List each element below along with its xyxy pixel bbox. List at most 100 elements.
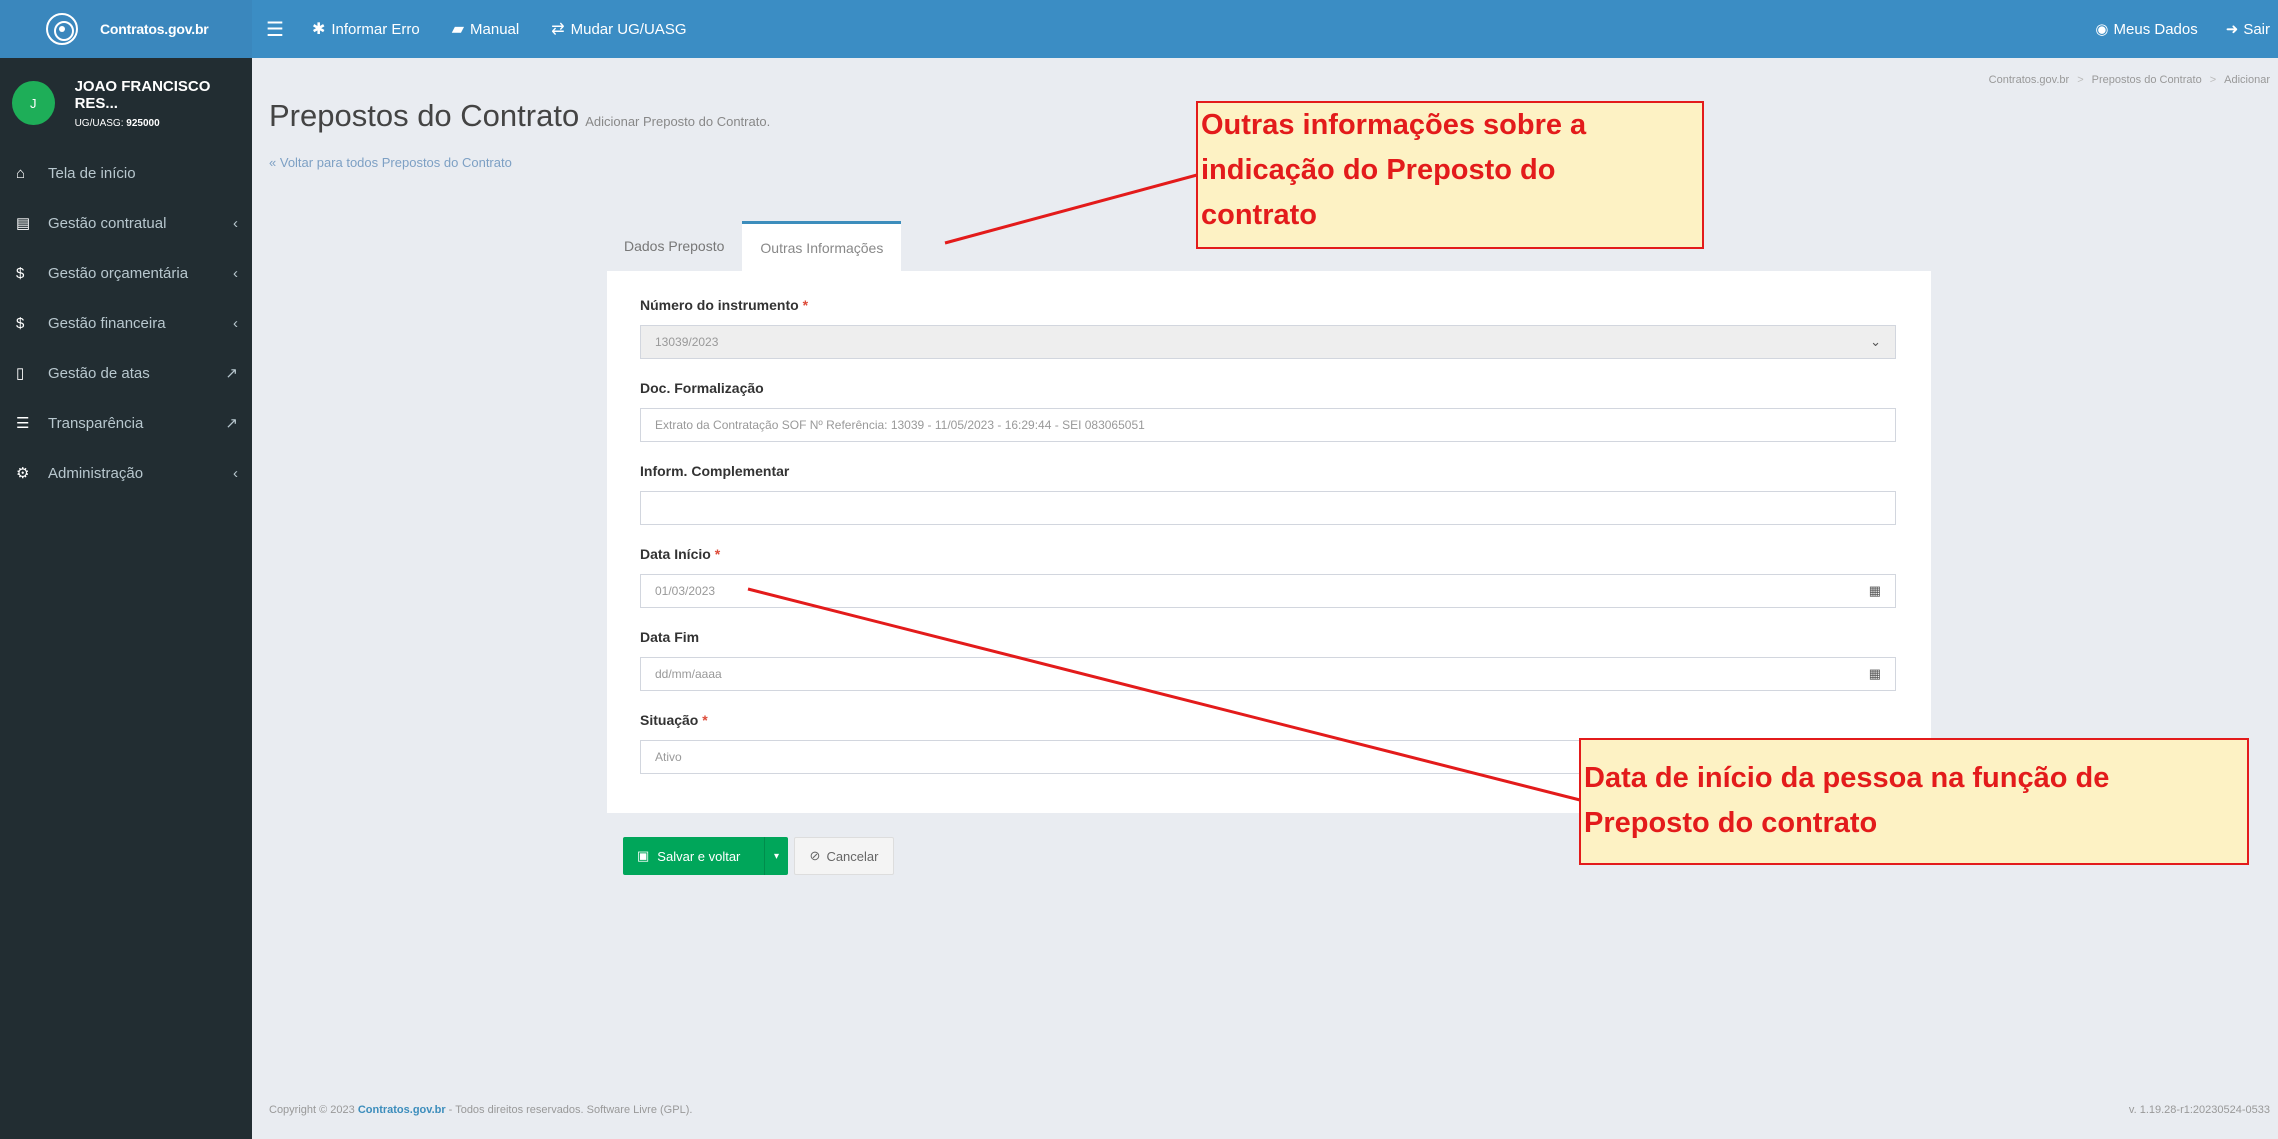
save-button-label: Salvar e voltar [657,848,741,864]
footer-copyright: Copyright © 2023 Contratos.gov.br - Todo… [269,1104,692,1116]
copyright-suffix: - Todos direitos reservados. Software Li… [445,1104,693,1116]
tab-outras-informacoes[interactable]: Outras Informações [742,221,902,271]
sidebar-item-label: Tela de início [48,164,136,182]
required-mark: * [714,546,721,562]
chevron-left-icon: ‹ [233,264,238,282]
callout-line: contrato [1201,199,1317,231]
footer-version: v. 1.19.28-r1:20230524-0533 [2128,1104,2270,1116]
calendar-icon[interactable]: ▦ [1869,666,1881,682]
mudar-ug-label: Mudar UG/UASG [570,20,687,38]
situacao-value: Ativo [655,750,682,764]
dollar-icon: $ [16,264,25,282]
meus-dados-link[interactable]: ◉ Meus Dados [2095,20,2198,39]
data-inicio-label: Data Início * [640,546,720,562]
data-fim-label: Data Fim [640,629,700,645]
doc-formalizacao-value: Extrato da Contratação SOF Nº Referência… [655,418,1145,432]
save-button-main[interactable]: ▣ Salvar e voltar [623,848,764,864]
bug-icon: ✱ [311,21,326,38]
page-title: Prepostos do Contrato Adicionar Preposto … [269,98,770,134]
footer-brand-link[interactable]: Contratos.gov.br [358,1104,446,1116]
cancel-button[interactable]: ⊘ Cancelar [794,837,894,875]
callout-data-inicio: Data de início da pessoa na função de Pr… [1579,738,2249,865]
sidebar-item-gestao-orcamentaria[interactable]: $ Gestão orçamentária ‹ [0,248,252,298]
callout-line: Outras informações sobre a [1201,109,1587,141]
sidebar-item-label: Transparência [48,414,144,432]
data-inicio-field[interactable]: 01/03/2023 ▦ [640,574,1896,608]
manual-link[interactable]: ▰ Manual [452,19,520,39]
exchange-icon: ⇄ [551,21,565,38]
callout-line: Data de início da pessoa na função de [1584,762,2110,794]
doc-formalizacao-label: Doc. Formalização [640,380,764,396]
sidebar-item-gestao-financeira[interactable]: $ Gestão financeira ‹ [0,298,252,348]
required-mark: * [802,297,809,313]
doc-formalizacao-field[interactable]: Extrato da Contratação SOF Nº Referência… [640,408,1896,442]
double-chevron-left-icon: « [269,155,277,170]
page-subtitle: Adicionar Preposto do Contrato. [585,114,771,129]
breadcrumb-separator: > [2077,74,2084,86]
data-fim-placeholder: dd/mm/aaaa [655,667,722,681]
sair-label: Sair [2243,20,2270,38]
form-panel: Número do instrumento * 13039/2023 ⌄ Doc… [607,271,1931,813]
sair-link[interactable]: ➜ Sair [2225,20,2270,39]
ug-label: UG/UASG: [74,117,127,129]
chevron-left-icon: ‹ [233,214,238,232]
numero-instrumento-value: 13039/2023 [655,335,719,349]
informar-erro-link[interactable]: ✱ Informar Erro [312,19,420,39]
numero-instrumento-select[interactable]: 13039/2023 ⌄ [640,325,1896,359]
calendar-icon[interactable]: ▦ [1869,583,1881,599]
breadcrumb-home[interactable]: Contratos.gov.br [1989,74,2070,86]
inform-complementar-field[interactable] [640,491,1896,525]
user-panel: J JOAO FRANCISCO RES... UG/UASG: 925000 [0,58,252,148]
user-ug: UG/UASG: 925000 [75,118,252,129]
callout-line: indicação do Preposto do [1201,154,1556,186]
brand[interactable]: Contratos.gov.br [0,0,252,58]
caret-down-icon: ▾ [773,850,780,862]
external-link-icon: ↗ [225,365,238,382]
sidebar-item-gestao-contratual[interactable]: ▤ Gestão contratual ‹ [0,198,252,248]
user-name: JOAO FRANCISCO RES... [74,77,211,112]
copyright-prefix: Copyright © 2023 [269,1104,358,1116]
back-link-label: Voltar para todos Prepostos do Contrato [279,155,512,170]
form-tabs: Dados Preposto Outras Informações [606,221,902,271]
hamburger-icon[interactable]: ☰ [266,17,284,42]
chevron-left-icon: ‹ [233,314,238,332]
manual-label: Manual [470,20,520,38]
required-mark: * [702,712,708,728]
cogs-icon: ⚙ [16,465,30,482]
data-inicio-label-text: Data Início [640,546,711,562]
meus-dados-label: Meus Dados [2113,20,2198,38]
ug-value: 925000 [126,117,160,129]
breadcrumb-prepostos[interactable]: Prepostos do Contrato [2092,74,2202,86]
save-button[interactable]: ▣ Salvar e voltar ▾ [623,837,788,875]
breadcrumb-current: Adicionar [2224,74,2270,86]
sidebar-item-label: Administração [48,464,144,482]
tab-dados-preposto[interactable]: Dados Preposto [606,221,742,271]
save-icon: ▣ [637,848,650,863]
page-title-text: Prepostos do Contrato [269,98,580,133]
mudar-ug-link[interactable]: ⇄ Mudar UG/UASG [551,19,686,39]
sidebar-item-label: Gestão orçamentária [48,264,189,282]
data-fim-field[interactable]: dd/mm/aaaa ▦ [640,657,1896,691]
sign-out-icon: ➜ [2225,21,2239,38]
numero-instrumento-label: Número do instrumento * [640,297,808,313]
home-icon: ⌂ [16,164,26,182]
sidebar-item-tela-inicio[interactable]: ⌂ Tela de início [0,148,252,198]
sidebar-item-gestao-atas[interactable]: ▯ Gestão de atas ↗ [0,348,252,398]
sidebar-item-label: Gestão de atas [48,364,150,382]
sidebar-item-transparencia[interactable]: ☰ Transparência ↗ [0,398,252,448]
brand-name: Contratos.gov.br [100,21,209,37]
list-icon: ☰ [16,415,30,432]
back-link[interactable]: « Voltar para todos Prepostos do Contrat… [269,155,512,170]
cancel-button-label: Cancelar [826,848,879,864]
chevron-left-icon: ‹ [233,464,238,482]
top-navbar: Contratos.gov.br ☰ ✱ Informar Erro ▰ Man… [0,0,2278,58]
informar-erro-label: Informar Erro [331,20,420,38]
situacao-label-text: Situação [640,712,699,728]
sidebar-item-administracao[interactable]: ⚙ Administração ‹ [0,448,252,498]
situacao-label: Situação * [640,712,708,728]
book-icon: ▰ [451,21,465,38]
save-dropdown-toggle[interactable]: ▾ [764,837,788,875]
user-circle-icon: ◉ [2095,21,2109,38]
dollar-icon: $ [16,314,25,332]
callout-outras-informacoes: Outras informações sobre a indicação do … [1196,101,1704,249]
